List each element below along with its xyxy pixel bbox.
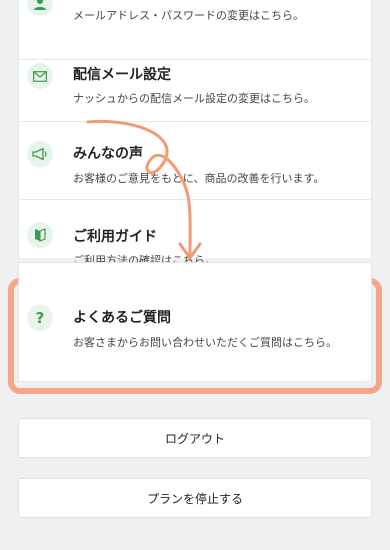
menu-item-faq[interactable]: ? よくあるご質問 お客さまからお問い合わせいただくご質問はこちら。 <box>18 262 372 382</box>
megaphone-icon <box>27 141 53 167</box>
menu-item-title: 配信メール設定 <box>73 67 171 83</box>
menu-item-title: ご利用ガイド <box>73 229 157 245</box>
logout-button[interactable]: ログアウト <box>18 418 372 458</box>
question-icon: ? <box>27 305 53 331</box>
menu-item-title: みんなの声 <box>73 146 143 162</box>
menu-item-mail-settings[interactable]: 配信メール設定 ナッシュからの配信メール設定の変更はこちら。 <box>19 60 371 122</box>
menu-card: メールアドレス・パスワードの変更はこちら。 配信メール設定 ナッシュからの配信メ… <box>18 0 372 267</box>
menu-item-account[interactable]: メールアドレス・パスワードの変更はこちら。 <box>19 0 371 60</box>
menu-item-desc: メールアドレス・パスワードの変更はこちら。 <box>73 9 304 22</box>
menu-item-voices[interactable]: みんなの声 お客様のご意見をもとに、商品の改善を行います。 <box>19 138 371 200</box>
stop-plan-button[interactable]: プランを停止する <box>18 478 372 518</box>
mail-icon <box>27 63 53 89</box>
menu-item-desc: ナッシュからの配信メール設定の変更はこちら。 <box>73 92 315 105</box>
account-menu-page: メールアドレス・パスワードの変更はこちら。 配信メール設定 ナッシュからの配信メ… <box>0 0 390 550</box>
book-icon <box>27 222 53 248</box>
faq-title: よくあるご質問 <box>73 310 171 326</box>
user-icon <box>27 0 53 16</box>
menu-item-desc: お客様のご意見をもとに、商品の改善を行います。 <box>73 172 325 185</box>
faq-desc: お客さまからお問い合わせいただくご質問はこちら。 <box>73 336 337 349</box>
